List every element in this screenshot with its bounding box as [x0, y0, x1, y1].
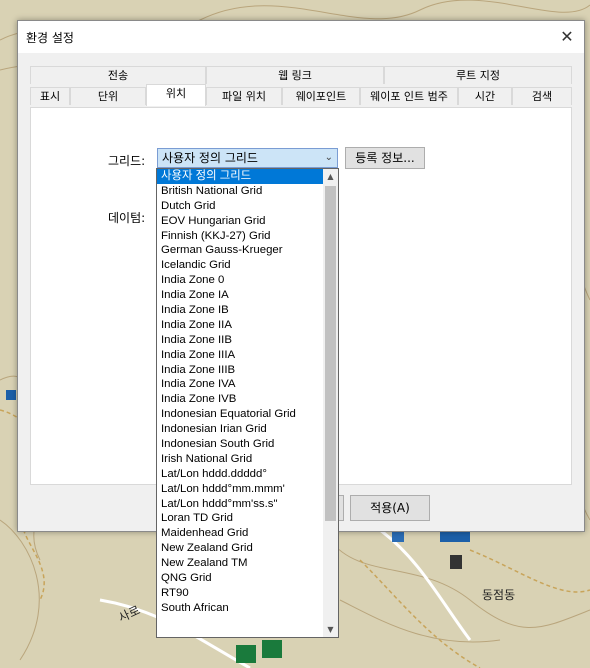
- tab-search[interactable]: 검색: [512, 87, 572, 105]
- scroll-up-icon[interactable]: ▲: [323, 169, 338, 184]
- grid-label: 그리드:: [108, 154, 146, 168]
- grid-option[interactable]: Maidenhead Grid: [157, 526, 338, 541]
- grid-option[interactable]: New Zealand Grid: [157, 541, 338, 556]
- grid-option[interactable]: India Zone IIIB: [157, 363, 338, 378]
- grid-option[interactable]: Dutch Grid: [157, 199, 338, 214]
- tab-row: 표시 단위 위치 파일 위치 웨이포인트 웨이포 인트 범주 시간 검색: [30, 84, 572, 106]
- tab-position[interactable]: 위치: [146, 84, 206, 106]
- grid-option[interactable]: India Zone IIB: [157, 333, 338, 348]
- grid-option[interactable]: South African: [157, 601, 338, 616]
- tab-group-routing[interactable]: 루트 지정: [384, 66, 572, 84]
- grid-options: 사용자 정의 그리드 British National Grid Dutch Gri…: [157, 169, 338, 616]
- grid-option[interactable]: Lat/Lon hddd.ddddd°: [157, 467, 338, 482]
- dropdown-scrollbar[interactable]: ▲ ▼: [323, 169, 338, 637]
- grid-option[interactable]: Indonesian Equatorial Grid: [157, 407, 338, 422]
- grid-option[interactable]: British National Grid: [157, 184, 338, 199]
- scroll-down-icon[interactable]: ▼: [323, 622, 338, 637]
- tab-group-row: 전송 웹 링크 루트 지정: [30, 66, 572, 85]
- tab-waypoint-category[interactable]: 웨이포 인트 범주: [360, 87, 458, 105]
- grid-option[interactable]: Irish National Grid: [157, 452, 338, 467]
- grid-option[interactable]: Loran TD Grid: [157, 511, 338, 526]
- dialog-titlebar: 환경 설정 ✕: [18, 21, 584, 53]
- grid-option[interactable]: 사용자 정의 그리드: [157, 169, 338, 184]
- grid-option[interactable]: Lat/Lon hddd°mm'ss.s": [157, 497, 338, 512]
- tab-file-location[interactable]: 파일 위치: [206, 87, 282, 105]
- tab-waypoint[interactable]: 웨이포인트: [282, 87, 360, 105]
- grid-option[interactable]: Lat/Lon hddd°mm.mmm': [157, 482, 338, 497]
- chevron-down-icon: ⌄: [324, 152, 333, 163]
- grid-option[interactable]: Icelandic Grid: [157, 258, 338, 273]
- grid-option[interactable]: India Zone IB: [157, 303, 338, 318]
- grid-option[interactable]: India Zone IIA: [157, 318, 338, 333]
- datum-label: 데이텀:: [108, 211, 146, 225]
- grid-option[interactable]: India Zone IVB: [157, 392, 338, 407]
- grid-option[interactable]: EOV Hungarian Grid: [157, 214, 338, 229]
- scroll-thumb[interactable]: [325, 186, 336, 521]
- grid-option[interactable]: Indonesian Irian Grid: [157, 422, 338, 437]
- close-icon[interactable]: ✕: [554, 24, 580, 50]
- grid-option[interactable]: RT90: [157, 586, 338, 601]
- tab-group-transfer[interactable]: 전송: [30, 66, 206, 84]
- grid-option[interactable]: German Gauss-Krueger: [157, 243, 338, 258]
- grid-option[interactable]: India Zone IVA: [157, 377, 338, 392]
- grid-option[interactable]: QNG Grid: [157, 571, 338, 586]
- grid-option[interactable]: India Zone 0: [157, 273, 338, 288]
- tab-display[interactable]: 표시: [30, 87, 70, 105]
- tab-time[interactable]: 시간: [458, 87, 512, 105]
- apply-button[interactable]: 적용(A): [350, 495, 430, 521]
- grid-select[interactable]: 사용자 정의 그리드 ⌄: [157, 148, 338, 168]
- tab-units[interactable]: 단위: [70, 87, 146, 105]
- grid-select-value: 사용자 정의 그리드: [162, 151, 258, 165]
- grid-option[interactable]: Indonesian South Grid: [157, 437, 338, 452]
- dialog-title: 환경 설정: [26, 31, 74, 45]
- grid-option[interactable]: India Zone IA: [157, 288, 338, 303]
- map-place-label: 동점동: [482, 588, 516, 602]
- grid-option[interactable]: Finnish (KKJ-27) Grid: [157, 229, 338, 244]
- grid-dropdown-list[interactable]: 사용자 정의 그리드 British National Grid Dutch Gri…: [156, 168, 339, 638]
- grid-option[interactable]: New Zealand TM: [157, 556, 338, 571]
- tab-group-weblink[interactable]: 웹 링크: [206, 66, 384, 84]
- register-info-button[interactable]: 등록 정보...: [345, 147, 425, 169]
- grid-option[interactable]: India Zone IIIA: [157, 348, 338, 363]
